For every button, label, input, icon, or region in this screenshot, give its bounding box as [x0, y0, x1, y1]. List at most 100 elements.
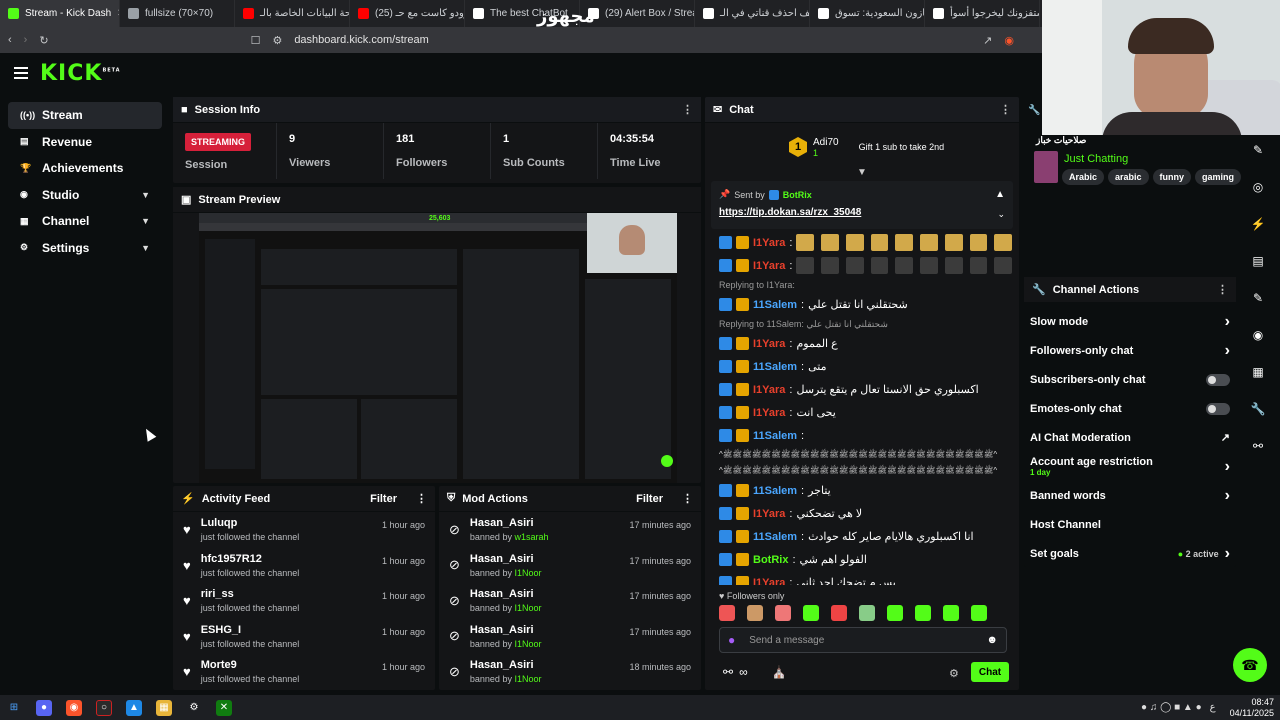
- activity-row[interactable]: ♥ riri_ss just followed the channel 1 hour …: [173, 583, 435, 619]
- tray-icons[interactable]: ● ♫ ◯ ■ ▲ ●: [1141, 702, 1202, 713]
- chat-message[interactable]: I1Yara: اكسبلوري حق الانستا تعال م يتقع ي…: [705, 378, 1019, 401]
- help-support-icon[interactable]: ☎: [1233, 648, 1267, 682]
- channel-tag[interactable]: arabic: [1108, 169, 1149, 185]
- mod-action-row[interactable]: ⊘ Hasan_Asiri banned by I1Noor 18 minutes a…: [439, 654, 701, 690]
- chat-username[interactable]: 11Salem: [753, 299, 797, 311]
- edit-icon[interactable]: ✎: [1246, 138, 1270, 162]
- clock[interactable]: 08:47 04/11/2025: [1230, 697, 1274, 719]
- chat-username[interactable]: BotRix: [753, 554, 788, 566]
- pinned-author[interactable]: BotRix: [783, 190, 812, 200]
- sidebar-item-channel[interactable]: ▦ Channel ▼: [8, 208, 162, 235]
- mod-action-row[interactable]: ⊘ Hasan_Asiri banned by I1Noor 17 minutes a…: [439, 619, 701, 655]
- discord-icon[interactable]: ●: [36, 699, 52, 716]
- chat-username[interactable]: I1Yara: [753, 508, 785, 520]
- chat-message[interactable]: 11Salem: شحتقلني انا تقتل علي: [705, 293, 1019, 316]
- forward-icon[interactable]: ›: [24, 34, 28, 46]
- chat-message[interactable]: I1Yara: يحى انت: [705, 401, 1019, 424]
- chat-username[interactable]: I1Yara: [753, 407, 785, 419]
- chat-username[interactable]: 11Salem: [753, 430, 797, 442]
- activity-username[interactable]: hfc1957R12: [201, 553, 300, 565]
- chat-message[interactable]: BotRix: الفولو اهم شي: [705, 548, 1019, 571]
- url-field[interactable]: dashboard.kick.com/stream: [294, 34, 429, 46]
- chat-message[interactable]: I1Yara: بس م تضحك احد ثاني: [705, 571, 1019, 585]
- channel-action-set-goals[interactable]: Set goals ● 2 active ›: [1024, 539, 1236, 568]
- channel-action-account-age-restriction[interactable]: Account age restriction 1 day ›: [1024, 452, 1236, 481]
- chat-rail-icon[interactable]: ✎: [1246, 286, 1270, 310]
- file-explorer-icon[interactable]: ▦: [156, 699, 172, 716]
- mod-action-row[interactable]: ⊘ Hasan_Asiri banned by I1Noor 17 minutes a…: [439, 548, 701, 584]
- microphone-icon[interactable]: ●: [728, 633, 735, 647]
- mod-target-username[interactable]: Hasan_Asiri: [470, 517, 549, 529]
- chat-message[interactable]: I1Yara: لا هي تضحكني: [705, 502, 1019, 525]
- browser-tab[interactable]: أمازون السعودية: تسوق: [810, 0, 925, 27]
- moderator-name[interactable]: I1Noor: [514, 674, 541, 684]
- chat-username[interactable]: I1Yara: [753, 577, 785, 586]
- emote-icon[interactable]: [887, 605, 903, 621]
- chat-message[interactable]: I1Yara: ع المموم: [705, 332, 1019, 355]
- back-icon[interactable]: ‹: [8, 34, 12, 46]
- chat-input[interactable]: ● Send a message ☻: [719, 627, 1007, 653]
- sidebar-item-revenue[interactable]: ▤ Revenue: [8, 129, 162, 156]
- chat-message[interactable]: 11Salem:: [705, 424, 1019, 447]
- activity-username[interactable]: ESHG_I: [201, 624, 300, 636]
- chat-username[interactable]: 11Salem: [753, 531, 797, 543]
- more-menu-icon[interactable]: ⋮: [682, 103, 693, 116]
- brave-icon[interactable]: ◉: [66, 699, 82, 716]
- activity-row[interactable]: ♥ Morte9 just followed the channel 1 hour a…: [173, 654, 435, 690]
- settings-icon[interactable]: ⚙: [186, 700, 202, 716]
- language-indicator[interactable]: ع: [1210, 702, 1216, 713]
- emoji-icon[interactable]: ☻: [986, 634, 998, 646]
- collapse-icon[interactable]: ▼: [857, 167, 867, 178]
- broadcast-rail-icon[interactable]: ◉: [1246, 323, 1270, 347]
- browser-tab[interactable]: لوحة البيانات الخاصة بالـ: [235, 0, 350, 27]
- brave-shield-icon[interactable]: ◉: [1004, 34, 1014, 47]
- mod-action-row[interactable]: ⊘ Hasan_Asiri banned by w1sarah 17 minutes …: [439, 512, 701, 548]
- channel-tag[interactable]: funny: [1152, 169, 1192, 185]
- kick-logo[interactable]: KICKBETA: [40, 61, 121, 86]
- pinned-link[interactable]: https://tip.dokan.sa/rzx_35048: [719, 207, 861, 218]
- emote-icon[interactable]: [831, 605, 847, 621]
- chat-message[interactable]: 11Salem: متى: [705, 355, 1019, 378]
- emote-icon[interactable]: [719, 605, 735, 621]
- mod-target-username[interactable]: Hasan_Asiri: [470, 659, 542, 671]
- chat-message[interactable]: 11Salem: يتاجر: [705, 479, 1019, 502]
- mod-target-username[interactable]: Hasan_Asiri: [470, 588, 542, 600]
- windows-start-icon[interactable]: ⊞: [6, 700, 22, 716]
- mod-target-username[interactable]: Hasan_Asiri: [470, 553, 542, 565]
- chat-message[interactable]: 11Salem: انا اكسبلوري هالايام صاير كله حو…: [705, 525, 1019, 548]
- activity-filter-button[interactable]: Filter: [370, 493, 397, 505]
- activity-row[interactable]: ♥ hfc1957R12 just followed the channel 1 ho…: [173, 548, 435, 584]
- activity-username[interactable]: Luluqp: [201, 517, 300, 529]
- reload-icon[interactable]: ↻: [39, 34, 48, 47]
- xbox-icon[interactable]: ✕: [216, 699, 232, 716]
- app-icon[interactable]: ▲: [126, 699, 142, 716]
- chat-username[interactable]: 11Salem: [753, 361, 797, 373]
- share-icon[interactable]: ↗: [983, 34, 992, 47]
- emote-icon[interactable]: [859, 605, 875, 621]
- browser-tab[interactable]: يستفزونك ليخرجوا أسوأ: [925, 0, 1040, 27]
- send-chat-button[interactable]: Chat: [971, 662, 1009, 682]
- infinity-icon[interactable]: ∞: [739, 665, 748, 679]
- moderator-name[interactable]: I1Noor: [514, 639, 541, 649]
- activity-username[interactable]: riri_ss: [201, 588, 300, 600]
- toggle-switch[interactable]: [1206, 402, 1230, 415]
- expand-pinned-icon[interactable]: ⌄: [997, 209, 1005, 220]
- browser-tab[interactable]: كيف احذف قناتي في الـ: [695, 0, 810, 27]
- emote-icon[interactable]: [747, 605, 763, 621]
- channel-action-subscribers-only-chat[interactable]: Subscribers-only chat: [1024, 365, 1236, 394]
- channel-action-followers-only-chat[interactable]: Followers-only chat ›: [1024, 336, 1236, 365]
- activity-row[interactable]: ♥ ESHG_I just followed the channel 1 hour a…: [173, 619, 435, 655]
- channel-tag[interactable]: gaming: [1195, 169, 1242, 185]
- browser-tab[interactable]: fullsize (70×70): [120, 0, 235, 27]
- gifter-name[interactable]: Adi70: [813, 137, 839, 148]
- channel-action-banned-words[interactable]: Banned words ›: [1024, 481, 1236, 510]
- chat-username[interactable]: I1Yara: [753, 260, 785, 272]
- channel-action-ai-chat-moderation[interactable]: AI Chat Moderation ↗: [1024, 423, 1236, 452]
- emote-icon[interactable]: [803, 605, 819, 621]
- emote-icon[interactable]: [971, 605, 987, 621]
- store-icon[interactable]: ⛪: [772, 665, 787, 679]
- sidebar-item-stream[interactable]: ((•)) Stream: [8, 102, 162, 129]
- hamburger-menu-icon[interactable]: [14, 67, 28, 79]
- document-icon[interactable]: ▤: [1246, 249, 1270, 273]
- tools-icon[interactable]: 🔧: [1246, 397, 1270, 421]
